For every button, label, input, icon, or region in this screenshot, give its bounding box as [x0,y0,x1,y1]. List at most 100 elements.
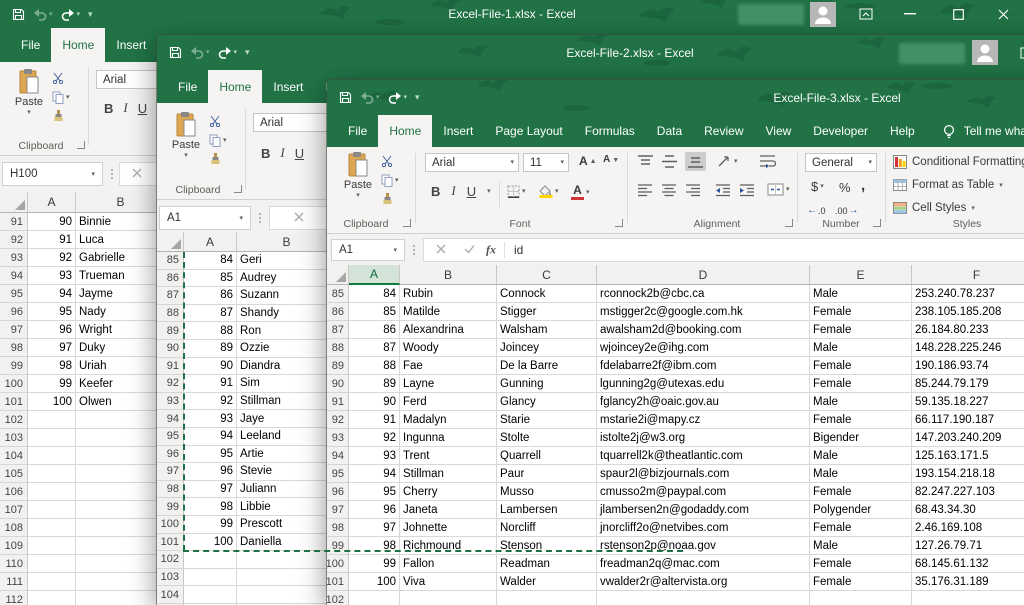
align-right-button[interactable] [685,183,701,197]
cell-A93[interactable]: 92 [184,393,237,411]
align-middle-button[interactable] [661,154,678,169]
cell-B95[interactable]: Stillman [400,465,497,483]
cell-D86[interactable]: mstigger2c@google.com.hk [597,303,810,321]
tab-page-layout[interactable]: Page Layout [484,115,573,147]
cell-F101[interactable]: 35.176.31.189 [912,573,1024,591]
cell-A96[interactable]: 95 [28,303,76,321]
cell-F86[interactable]: 238.105.185.208 [912,303,1024,321]
cell-A105[interactable] [28,465,76,483]
clipboard-dialog-launcher[interactable] [234,185,242,193]
cell-F96[interactable]: 82.247.227.103 [912,483,1024,501]
formula-input[interactable]: fx id [423,238,1024,262]
cell-B108[interactable] [76,519,166,537]
cell-F85[interactable]: 253.240.78.237 [912,285,1024,303]
cell-B102[interactable] [76,411,166,429]
cell-B95[interactable]: Jayme [76,285,166,303]
cell-D101[interactable]: vwalder2r@altervista.org [597,573,810,591]
redo-button[interactable]: ▾ [388,91,408,104]
underline-button[interactable]: U [467,184,476,199]
cell-A92[interactable]: 91 [349,411,400,429]
cell-styles-button[interactable]: Cell Styles▾ [893,201,975,215]
cell-A103[interactable] [28,429,76,447]
cut-button[interactable] [381,155,393,167]
cell-B89[interactable]: Fae [400,357,497,375]
row-header-95[interactable]: 95 [327,465,349,483]
undo-button[interactable]: ▾ [33,8,53,21]
cell-C96[interactable]: Musso [497,483,597,501]
row-header-99[interactable]: 99 [157,498,184,516]
column-header-C[interactable]: C [497,265,597,285]
cell-A98[interactable]: 97 [28,339,76,357]
cell-D88[interactable]: wjoincey2e@ihg.com [597,339,810,357]
row-header-87[interactable]: 87 [327,321,349,339]
bold-button[interactable]: B [261,146,270,161]
cell-A99[interactable]: 98 [349,537,400,555]
row-header-88[interactable]: 88 [157,305,184,323]
row-header-96[interactable]: 96 [0,303,28,321]
cell-E87[interactable]: Female [810,321,912,339]
cell-B107[interactable] [76,501,166,519]
row-header-104[interactable]: 104 [0,447,28,465]
cell-B96[interactable]: Cherry [400,483,497,501]
cell-B104[interactable] [237,586,337,604]
cell-A103[interactable] [184,569,237,587]
clipboard-dialog-launcher[interactable] [77,141,85,149]
tab-developer[interactable]: Developer [802,115,879,147]
save-button[interactable] [169,46,182,59]
row-header-91[interactable]: 91 [327,393,349,411]
borders-button[interactable]: ▾ [507,185,526,198]
row-header-97[interactable]: 97 [327,501,349,519]
cell-A109[interactable] [28,537,76,555]
formula-bar-handle[interactable] [111,169,113,179]
cell-C89[interactable]: De la Barre [497,357,597,375]
row-header-95[interactable]: 95 [0,285,28,303]
font-size-select[interactable]: 11▾ [523,153,569,172]
cell-A98[interactable]: 97 [349,519,400,537]
row-header-90[interactable]: 90 [327,375,349,393]
row-header-92[interactable]: 92 [0,231,28,249]
cell-B88[interactable]: Shandy [237,305,337,323]
row-header-100[interactable]: 100 [327,555,349,573]
cell-C91[interactable]: Glancy [497,393,597,411]
customize-qat-button[interactable]: ▾ [415,93,420,102]
row-header-101[interactable]: 101 [0,393,28,411]
cell-A90[interactable]: 89 [184,340,237,358]
cell-B104[interactable] [76,447,166,465]
cell-E96[interactable]: Female [810,483,912,501]
align-left-button[interactable] [637,183,653,197]
italic-button[interactable]: I [123,100,127,116]
number-format-select[interactable]: General▾ [805,153,877,172]
cell-A86[interactable]: 85 [349,303,400,321]
cell-C87[interactable]: Walsham [497,321,597,339]
cell-A102[interactable] [28,411,76,429]
row-header-92[interactable]: 92 [327,411,349,429]
cell-B89[interactable]: Ron [237,322,337,340]
paste-button[interactable]: Paste ▾ [11,68,47,116]
underline-button[interactable]: U [295,146,304,161]
cell-C101[interactable]: Walder [497,573,597,591]
column-header-B[interactable]: B [76,192,166,213]
row-header-86[interactable]: 86 [157,270,184,288]
cell-B87[interactable]: Alexandrina [400,321,497,339]
cell-A85[interactable]: 84 [184,252,237,270]
cut-button[interactable] [52,72,64,84]
cell-D97[interactable]: jlambersen2n@godaddy.com [597,501,810,519]
ribbon-display-options-button[interactable] [848,0,884,28]
wrap-text-button[interactable] [759,154,776,168]
cell-A110[interactable] [28,555,76,573]
cell-B101[interactable]: Olwen [76,393,166,411]
cell-A89[interactable]: 88 [184,322,237,340]
cell-B85[interactable]: Geri [237,252,337,270]
column-header-B[interactable]: B [400,265,497,285]
format-as-table-button[interactable]: Format as Table▾ [893,178,1003,192]
cell-F91[interactable]: 59.135.18.227 [912,393,1024,411]
cell-C102[interactable] [497,591,597,605]
cell-D85[interactable]: rconnock2b@cbc.ca [597,285,810,303]
accounting-format-button[interactable]: $▾ [811,179,824,194]
decrease-decimal-button[interactable]: .00→ [835,205,859,216]
redo-button[interactable]: ▾ [218,46,238,59]
column-header-A[interactable]: A [349,265,400,285]
font-name-select[interactable]: Arial▾ [425,153,519,172]
cell-A95[interactable]: 94 [28,285,76,303]
cell-D95[interactable]: spaur2l@bizjournals.com [597,465,810,483]
